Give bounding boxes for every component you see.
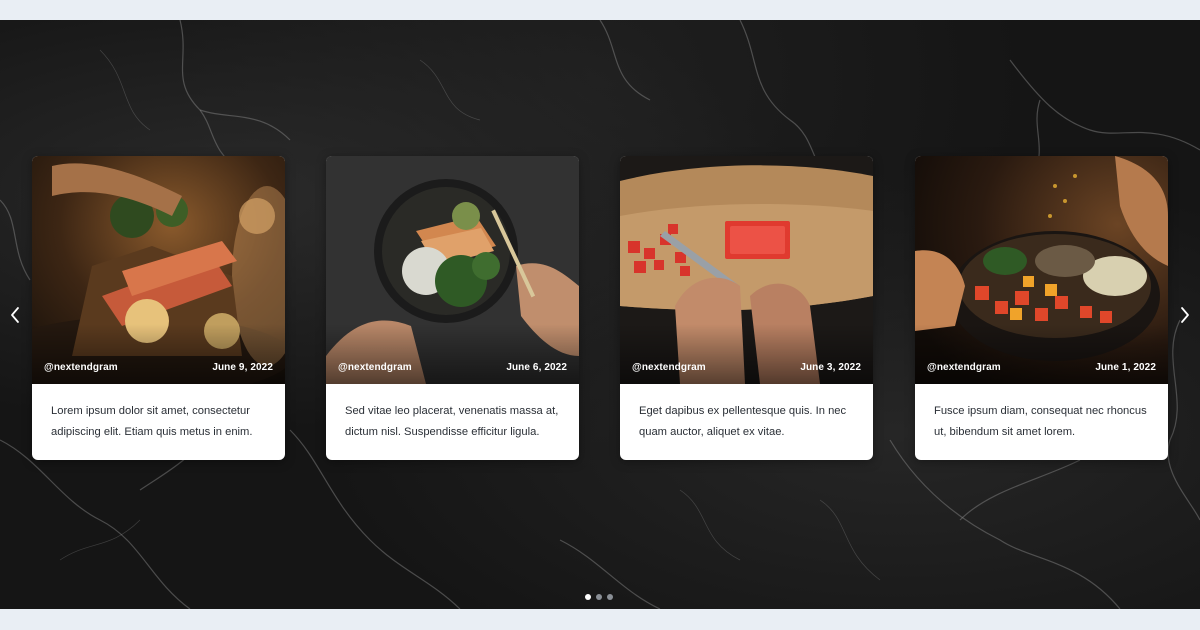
pagination-dot-1[interactable] (585, 594, 591, 600)
food-photo: @nextendgram June 6, 2022 (326, 156, 579, 384)
chevron-left-icon (11, 307, 19, 323)
post-date: June 3, 2022 (800, 362, 861, 373)
author-handle: @nextendgram (338, 362, 412, 373)
slide-caption: Eget dapibus ex pellentesque quis. In ne… (639, 405, 847, 438)
slide-card[interactable]: @nextendgram June 1, 2022 Fusce ipsum di… (915, 156, 1168, 460)
food-photo: @nextendgram June 9, 2022 (32, 156, 285, 384)
author-handle: @nextendgram (632, 362, 706, 373)
pagination-dot-2[interactable] (596, 594, 602, 600)
pagination-dot-3[interactable] (607, 594, 613, 600)
slider-stage: @nextendgram June 9, 2022 Lorem ipsum do… (0, 20, 1200, 609)
previous-slide-button[interactable] (3, 303, 27, 327)
food-photo: @nextendgram June 1, 2022 (915, 156, 1168, 384)
chevron-right-icon (1181, 307, 1189, 323)
post-date: June 6, 2022 (506, 362, 567, 373)
pagination-dots (585, 594, 613, 600)
food-photo: @nextendgram June 3, 2022 (620, 156, 873, 384)
slide-card[interactable]: @nextendgram June 9, 2022 Lorem ipsum do… (32, 156, 285, 460)
post-date: June 9, 2022 (212, 362, 273, 373)
slide-card[interactable]: @nextendgram June 3, 2022 Eget dapibus e… (620, 156, 873, 460)
slide-caption: Sed vitae leo placerat, venenatis massa … (345, 405, 559, 438)
author-handle: @nextendgram (44, 362, 118, 373)
author-handle: @nextendgram (927, 362, 1001, 373)
slide-caption: Lorem ipsum dolor sit amet, consectetur … (51, 405, 253, 438)
next-slide-button[interactable] (1173, 303, 1197, 327)
post-date: June 1, 2022 (1095, 362, 1156, 373)
slide-caption: Fusce ipsum diam, consequat nec rhoncus … (934, 405, 1147, 438)
slide-card[interactable]: @nextendgram June 6, 2022 Sed vitae leo … (326, 156, 579, 460)
